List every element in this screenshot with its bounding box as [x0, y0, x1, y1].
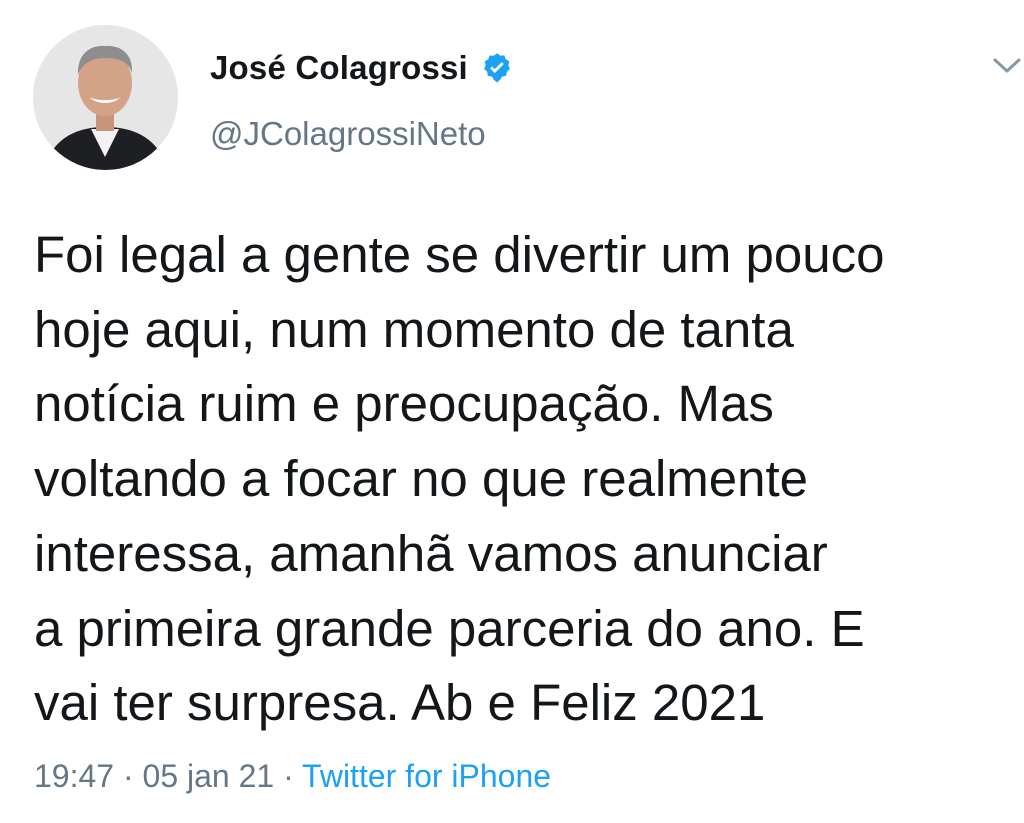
tweet-text-line: vai ter surpresa. Ab e Feliz 2021: [34, 674, 766, 732]
tweet-source-link[interactable]: Twitter for iPhone: [302, 758, 551, 794]
author-name-row[interactable]: José Colagrossi: [210, 48, 514, 88]
tweet-text-line: interessa, amanhã vamos anunciar: [34, 524, 828, 582]
tweet-text-line: notícia ruim e preocupação. Mas: [34, 375, 774, 433]
verified-badge-icon: [480, 51, 514, 85]
author-display-name[interactable]: José Colagrossi: [210, 49, 468, 87]
tweet-date[interactable]: 05 jan 21: [143, 758, 275, 794]
tweet-text-line: hoje aqui, num momento de tanta: [34, 300, 794, 358]
tweet-text: Foi legal a gente se divertir um pouco h…: [34, 218, 1024, 741]
profile-photo-icon: [33, 25, 178, 170]
author-handle[interactable]: @JColagrossiNeto: [210, 115, 486, 153]
tweet-text-line: voltando a focar no que realmente: [34, 450, 809, 508]
tweet-time[interactable]: 19:47: [34, 758, 114, 794]
tweet-card: José Colagrossi @JColagrossiNeto Foi leg…: [0, 0, 1024, 823]
chevron-down-icon[interactable]: [990, 52, 1024, 80]
avatar[interactable]: [33, 25, 178, 170]
tweet-text-line: Foi legal a gente se divertir um pouco: [34, 226, 885, 283]
tweet-meta: 19:47 · 05 jan 21 · Twitter for iPhone: [34, 758, 551, 795]
tweet-text-line: a primeira grande parceria do ano. E: [34, 599, 865, 657]
meta-separator: ·: [274, 758, 303, 794]
meta-separator: ·: [114, 758, 143, 794]
